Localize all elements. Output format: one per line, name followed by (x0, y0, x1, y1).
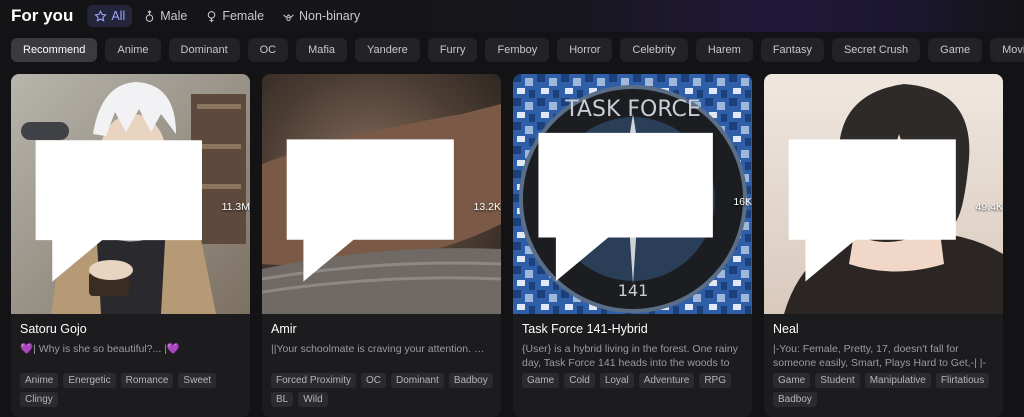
category-mafia[interactable]: Mafia (296, 38, 348, 62)
character-tag[interactable]: Badboy (448, 373, 493, 388)
character-tag[interactable]: Forced Proximity (271, 373, 357, 388)
category-furry[interactable]: Furry (427, 38, 478, 62)
character-card[interactable]: 49.4K Neal |-You: Female, Pretty, 17, do… (764, 74, 1003, 417)
character-tag[interactable]: Wild (298, 392, 328, 407)
chat-count: 16K (521, 98, 752, 307)
character-image: 11.3M (11, 74, 250, 314)
character-name: Neal (773, 322, 799, 336)
chat-bubble-icon (538, 132, 713, 281)
category-anime[interactable]: Anime (105, 38, 161, 62)
category-harem[interactable]: Harem (695, 38, 753, 62)
header-bar: For you All Male Female Non-binary (0, 0, 1024, 32)
chat-bubble-icon (286, 139, 454, 282)
character-tag[interactable]: Cold (564, 373, 595, 388)
character-tag[interactable]: Flirtatious (935, 373, 990, 388)
category-secret-crush[interactable]: Secret Crush (831, 38, 921, 62)
chat-count: 11.3M (19, 107, 250, 307)
character-tag[interactable]: Clingy (20, 392, 58, 407)
character-image: TASK FORCE 141 16K (513, 74, 752, 314)
female-icon (205, 10, 218, 23)
character-tags: Game Student Manipulative Flirtatious Ba… (773, 373, 997, 407)
character-card[interactable]: 13.2K Amir ||Your schoolmate is craving … (262, 74, 501, 417)
category-dominant[interactable]: Dominant (168, 38, 240, 62)
character-tag[interactable]: Loyal (599, 373, 634, 388)
chat-count: 13.2K (270, 106, 501, 307)
character-tags: Game Cold Loyal Adventure RPG (522, 373, 746, 388)
category-recommend[interactable]: Recommend (11, 38, 98, 62)
category-fantasy[interactable]: Fantasy (760, 38, 824, 62)
chat-bubble-icon (35, 140, 202, 283)
character-tag[interactable]: OC (361, 373, 387, 388)
chat-count: 49.4K (772, 106, 1003, 307)
character-tag[interactable]: Game (773, 373, 811, 388)
character-image: 13.2K (262, 74, 501, 314)
character-tag[interactable]: RPG (699, 373, 731, 388)
male-icon (143, 9, 156, 23)
category-femboy[interactable]: Femboy (485, 38, 550, 62)
category-yandere[interactable]: Yandere (355, 38, 420, 62)
filter-non-binary[interactable]: Non-binary (275, 5, 367, 27)
filter-label: All (111, 9, 126, 23)
character-card[interactable]: TASK FORCE 141 16K Task Force 141-Hybrid… (513, 74, 752, 417)
character-grid: 11.3M Satoru Gojo 💜| Why is she so beaut… (11, 74, 1003, 417)
character-tag[interactable]: Manipulative (864, 373, 931, 388)
character-tag[interactable]: Badboy (773, 392, 817, 407)
category-oc[interactable]: OC (247, 38, 289, 62)
category-bar: Recommend Anime Dominant OC Mafia Yander… (0, 38, 1024, 62)
character-tag[interactable]: BL (271, 392, 294, 407)
filter-all[interactable]: All (87, 5, 133, 27)
category-game[interactable]: Game (928, 38, 983, 62)
filter-label: Female (222, 9, 265, 23)
character-tag[interactable]: Energetic (63, 373, 116, 388)
character-name: Satoru Gojo (20, 322, 87, 336)
character-card[interactable]: 11.3M Satoru Gojo 💜| Why is she so beaut… (11, 74, 250, 417)
filter-female[interactable]: Female (198, 5, 271, 27)
category-movies-tv[interactable]: Movies&TV (990, 38, 1024, 62)
character-description: ||Your schoolmate is craving your attent… (271, 343, 493, 355)
character-description: |-You: Female, Pretty, 17, doesn't fall … (773, 343, 986, 369)
character-description: 💜| Why is she so beautiful?... |💜 (20, 343, 180, 355)
filter-label: Male (160, 9, 188, 23)
character-tags: Forced Proximity OC Dominant Badboy BL W… (271, 373, 495, 407)
character-tag[interactable]: Sweet (178, 373, 217, 388)
filter-label: Non-binary (299, 9, 361, 23)
character-tag[interactable]: Dominant (391, 373, 444, 388)
character-image: 49.4K (764, 74, 1003, 314)
filter-male[interactable]: Male (136, 5, 194, 27)
character-name: Amir (271, 322, 297, 336)
non-binary-icon (282, 10, 295, 23)
category-celebrity[interactable]: Celebrity (620, 38, 688, 62)
character-tag[interactable]: Game (522, 373, 560, 388)
character-tag[interactable]: Anime (20, 373, 59, 388)
character-tag[interactable]: Romance (120, 373, 174, 388)
character-tags: Anime Energetic Romance Sweet Clingy (20, 373, 244, 407)
character-description: {User} is a hybrid living in the forest.… (522, 343, 738, 369)
character-tag[interactable]: Student (815, 373, 860, 388)
category-horror[interactable]: Horror (557, 38, 613, 62)
star-icon (94, 9, 108, 23)
page-title: For you (11, 6, 74, 25)
character-tag[interactable]: Adventure (638, 373, 695, 388)
chat-bubble-icon (788, 139, 956, 282)
character-name: Task Force 141-Hybrid (522, 322, 648, 336)
